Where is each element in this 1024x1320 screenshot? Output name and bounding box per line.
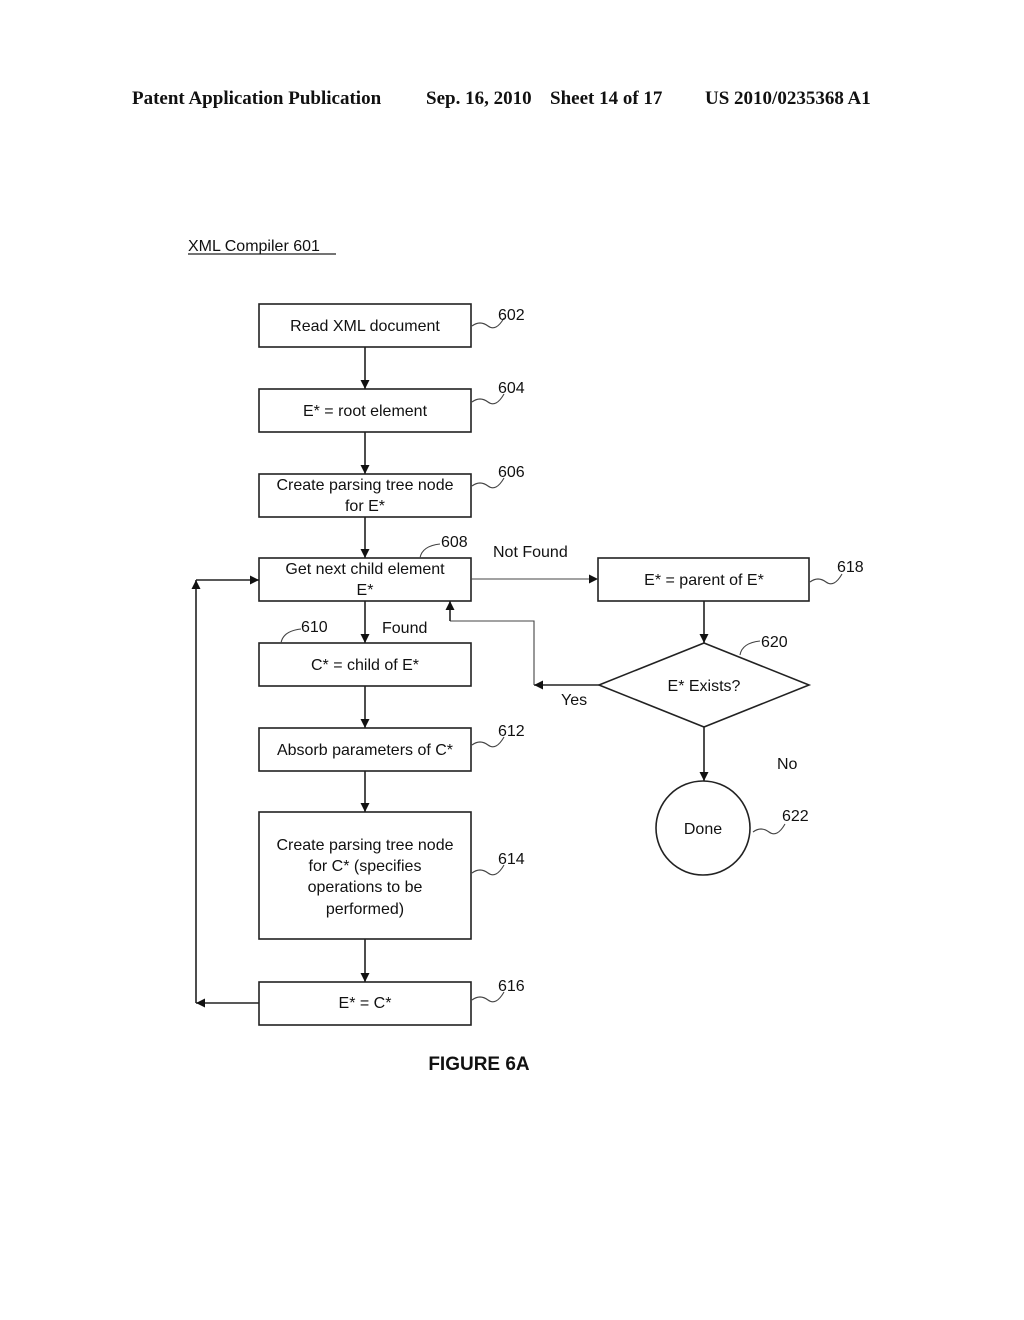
label-yes: Yes (561, 692, 587, 709)
terminal-622: Done (655, 780, 751, 876)
svg-text:612: 612 (498, 723, 525, 740)
leader-620 (739, 640, 761, 656)
node-610: C* = child of E* (258, 642, 472, 687)
node-602: Read XML document (258, 303, 472, 348)
node-612-text: Absorb parameters of C* (277, 742, 453, 759)
ref-608: 608 (419, 534, 468, 559)
node-612: Absorb parameters of C* (258, 727, 472, 772)
ref-620: 620 (739, 634, 788, 656)
label-no: No (777, 756, 798, 773)
flowchart: XML Compiler 601 Read XML document E* = … (188, 238, 864, 1075)
svg-text:610: 610 (301, 619, 328, 636)
ref-606: 606 (471, 464, 525, 489)
node-616-text: E* = C* (339, 995, 392, 1012)
ref-612: 612 (471, 723, 525, 748)
node-618: E* = parent of E* (597, 557, 810, 602)
node-614-text-line3: operations to be (308, 879, 423, 896)
ref-602: 602 (471, 307, 525, 329)
svg-text:622: 622 (782, 808, 809, 825)
ref-604: 604 (471, 380, 525, 405)
diagram-title: XML Compiler 601 (188, 238, 320, 255)
leader-608 (419, 543, 441, 559)
label-found: Found (382, 620, 427, 637)
svg-text:602: 602 (498, 307, 525, 324)
ref-618: 618 (809, 559, 864, 585)
leader-610 (280, 628, 302, 644)
decision-620-text: E* Exists? (668, 678, 741, 695)
svg-text:620: 620 (761, 634, 788, 651)
svg-text:616: 616 (498, 978, 525, 995)
node-602-text: Read XML document (290, 318, 440, 335)
node-616: E* = C* (258, 981, 472, 1026)
terminal-622-text: Done (684, 821, 722, 838)
svg-text:604: 604 (498, 380, 525, 397)
node-614-text-line2: for C* (specifies (309, 858, 422, 875)
node-614: Create parsing tree node for C* (specifi… (258, 811, 472, 940)
svg-text:608: 608 (441, 534, 468, 551)
node-614-text-line1: Create parsing tree node (277, 837, 454, 854)
ref-616: 616 (471, 978, 525, 1003)
node-614-text-line4: performed) (326, 901, 404, 918)
leader-622 (752, 823, 786, 835)
svg-text:606: 606 (498, 464, 525, 481)
ref-610: 610 (280, 619, 328, 644)
node-604-text: E* = root element (303, 403, 428, 420)
svg-text:618: 618 (837, 559, 864, 576)
node-606: Create parsing tree node for E* (258, 473, 472, 518)
node-608-text-line2: E* (357, 582, 374, 599)
ref-622: 622 (752, 808, 809, 835)
node-608-text-line1: Get next child element (285, 561, 445, 578)
label-not-found: Not Found (493, 544, 568, 561)
node-610-text: C* = child of E* (311, 657, 419, 674)
node-606-text-line1: Create parsing tree node (277, 477, 454, 494)
decision-620: E* Exists? (596, 642, 812, 728)
node-604: E* = root element (258, 388, 472, 433)
node-606-text-line2: for E* (345, 498, 385, 515)
figure-label: FIGURE 6A (428, 1054, 530, 1075)
node-618-text: E* = parent of E* (644, 572, 764, 589)
svg-text:614: 614 (498, 851, 525, 868)
ref-614: 614 (471, 851, 525, 876)
node-608: Get next child element E* (258, 557, 472, 602)
